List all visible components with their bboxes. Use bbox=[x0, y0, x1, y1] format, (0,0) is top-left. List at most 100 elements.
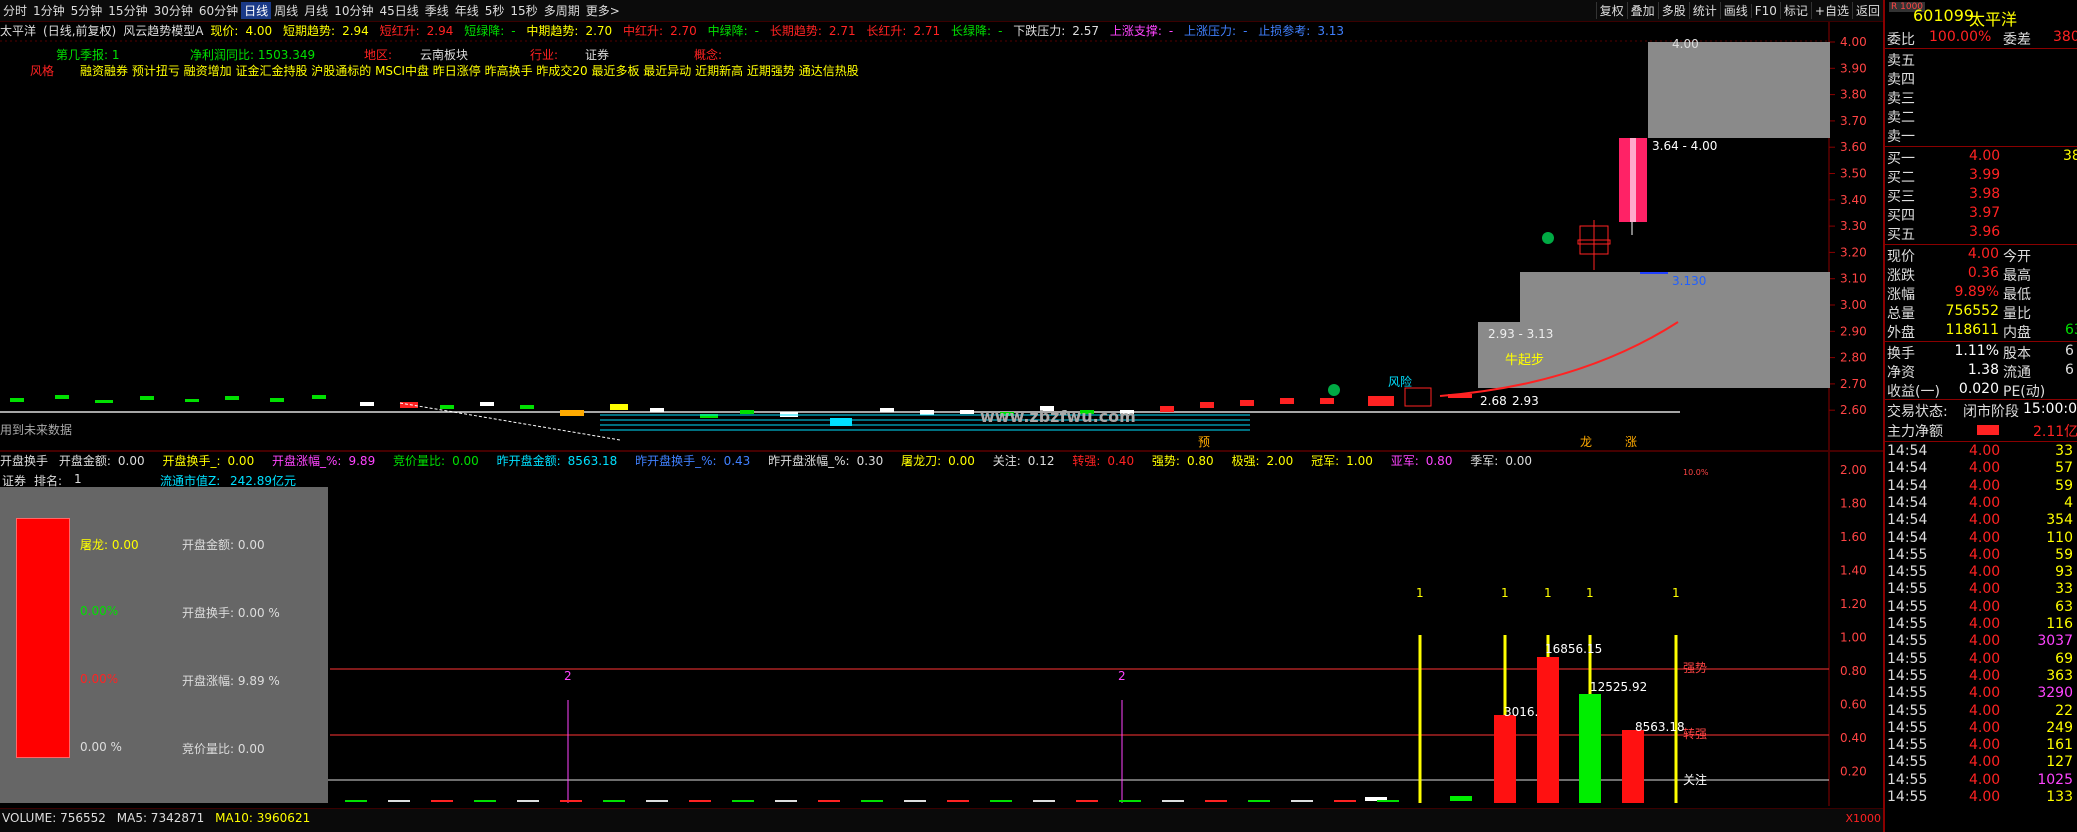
tab-6[interactable]: 日线 bbox=[241, 2, 272, 19]
marker-count-1: 2 bbox=[564, 669, 572, 683]
tiny-bar bbox=[603, 800, 625, 802]
tool-0[interactable]: 复权 bbox=[1595, 2, 1627, 19]
tool-3[interactable]: 统计 bbox=[1688, 2, 1720, 19]
risk-marker: 风险 bbox=[1388, 374, 1412, 389]
indicator-axis-ticks: 2.00 1.80 1.60 1.40 1.20 1.00 0.80 0.60 0.40 0.20 bbox=[1840, 463, 1867, 779]
stat2-row: 净资 1.38 流通 6 bbox=[1887, 362, 2074, 381]
tool-2[interactable]: 多股 bbox=[1657, 2, 1689, 19]
tab-11[interactable]: 季线 bbox=[422, 2, 452, 19]
tab-16[interactable]: 更多> bbox=[583, 2, 623, 19]
tiny-bar bbox=[646, 800, 668, 802]
tool-8[interactable]: 返回 bbox=[1851, 2, 1883, 19]
tab-4[interactable]: 30分钟 bbox=[151, 2, 196, 19]
tiny-bar bbox=[1119, 800, 1141, 802]
buy-row: 买一4.00380 bbox=[1887, 148, 2077, 167]
cap-value: 242.89亿元 bbox=[230, 474, 296, 488]
no-future-data-label: 用到未来数据 bbox=[0, 422, 72, 437]
tiny-bar bbox=[1377, 800, 1399, 802]
stat-row: 涨幅 9.89% 最低 bbox=[1887, 284, 2031, 303]
tiny-bars bbox=[345, 800, 1399, 802]
indicator-tick: 2.00 bbox=[1840, 463, 1867, 477]
tab-13[interactable]: 5秒 bbox=[482, 2, 508, 19]
tab-5[interactable]: 60分钟 bbox=[196, 2, 241, 19]
price-tick: 3.40 bbox=[1840, 193, 1867, 207]
tool-6[interactable]: 标记 bbox=[1779, 2, 1811, 19]
price-tick: 3.70 bbox=[1840, 114, 1867, 128]
indicator-header: 开盘换手 开盘金额: 0.00 开盘换手_: 0.00 开盘涨幅_%: 9.89 竞价… bbox=[0, 452, 1546, 469]
tiny-bar bbox=[1205, 800, 1227, 802]
tool-5[interactable]: F10 bbox=[1750, 3, 1780, 18]
open-amt-label: 开盘金额: 0.00 bbox=[182, 538, 265, 552]
small-bar-green bbox=[1450, 796, 1472, 801]
bar-label-3: 12525.92 bbox=[1590, 680, 1647, 694]
tiny-bar bbox=[474, 800, 496, 802]
tab-9[interactable]: 10分钟 bbox=[331, 2, 376, 19]
tick-row: 14:55 4.00 127 bbox=[1887, 754, 2073, 771]
ind-yday-turn: 昨开盘换手_%: 0.43 bbox=[635, 454, 751, 468]
tick-row: 14:55 4.00 363 bbox=[1887, 667, 2073, 684]
ind-auction: 竞价量比: 0.00 bbox=[393, 454, 479, 468]
signal-dot-2 bbox=[1328, 384, 1340, 396]
count-4: 1 bbox=[1586, 586, 1594, 600]
range-label-2: 2.93 - 3.13 bbox=[1488, 327, 1553, 341]
quote-name: 太平洋 bbox=[1969, 10, 2018, 29]
quote-code: 601099 bbox=[1913, 6, 1975, 25]
tiny-bar bbox=[990, 800, 1012, 802]
tool-1[interactable]: 叠加 bbox=[1626, 2, 1658, 19]
indicator-tick: 0.20 bbox=[1840, 765, 1867, 779]
ind-open-amt: 开盘金额: 0.00 bbox=[58, 454, 145, 468]
sell-row: 卖五 bbox=[1887, 53, 1915, 69]
ind-turn: 转强: 0.40 bbox=[1072, 454, 1135, 468]
tick-row: 14:54 4.00 59 bbox=[1887, 477, 2073, 494]
stat-row: 现价 4.00 今开 bbox=[1887, 246, 2031, 265]
tab-10[interactable]: 45日线 bbox=[376, 2, 421, 19]
tab-7[interactable]: 周线 bbox=[271, 2, 301, 19]
sell-row: 卖三 bbox=[1887, 91, 1915, 107]
tab-15[interactable]: 多周期 bbox=[541, 2, 583, 19]
tiny-bar bbox=[904, 800, 926, 802]
tab-2[interactable]: 5分钟 bbox=[68, 2, 106, 19]
price-tick: 3.50 bbox=[1840, 167, 1867, 181]
range-label-1: 3.64 - 4.00 bbox=[1652, 139, 1717, 153]
price-tick: 4.00 bbox=[1840, 35, 1867, 49]
tab-1[interactable]: 1分钟 bbox=[30, 2, 68, 19]
tick-row: 14:55 4.00 69 bbox=[1887, 650, 2073, 667]
level-turn-label: 转强 bbox=[1683, 726, 1707, 741]
tiny-bar bbox=[1248, 800, 1270, 802]
stat-row: 外盘118611内盘63 bbox=[1887, 322, 2077, 341]
tab-8[interactable]: 月线 bbox=[301, 2, 331, 19]
tick-row: 14:54 4.00 354 bbox=[1887, 512, 2073, 529]
tool-4[interactable]: 画线 bbox=[1719, 2, 1751, 19]
indicator-tick: 1.00 bbox=[1840, 631, 1867, 645]
indicator-name[interactable]: 开盘换手 bbox=[0, 454, 48, 468]
pct-1: 0.00% bbox=[80, 604, 119, 618]
low-label-1: 2.68 bbox=[1480, 394, 1507, 408]
indicator-tick: 1.80 bbox=[1840, 497, 1867, 511]
tab-0[interactable]: 分时 bbox=[0, 2, 30, 19]
tiny-bar bbox=[947, 800, 969, 802]
count-2: 1 bbox=[1501, 586, 1509, 600]
buy-row: 买五 3.96 bbox=[1887, 224, 2001, 243]
period-tabs: 分时 1分钟 5分钟 15分钟 30分钟 60分钟 日线 周线 月线 10分钟 45日线 季线 年线 5秒… bbox=[0, 2, 623, 19]
cap-label: 流通市值Z: bbox=[160, 474, 221, 488]
tick-row: 14:54 4.00 57 bbox=[1887, 460, 2073, 477]
rank-label: 排名: bbox=[34, 474, 63, 488]
tab-14[interactable]: 15秒 bbox=[507, 2, 540, 19]
tick-row: 14:55 4.00 161 bbox=[1887, 737, 2073, 754]
trade-state-row: 交易状态:闭市阶段15:00:02 bbox=[1887, 401, 2077, 420]
tab-3[interactable]: 15分钟 bbox=[105, 2, 150, 19]
tick-row: 14:55 4.00 3290 bbox=[1887, 685, 2073, 702]
tiny-bar bbox=[732, 800, 754, 802]
bull-start-label: 牛起步 bbox=[1505, 353, 1544, 368]
tiny-bar bbox=[1162, 800, 1184, 802]
indicator-tick: 1.20 bbox=[1840, 597, 1867, 611]
tiny-bar bbox=[1291, 800, 1313, 802]
bar-4 bbox=[1622, 730, 1644, 803]
indicator-tick: 0.40 bbox=[1840, 731, 1867, 745]
ind-second: 亚军: 0.80 bbox=[1390, 454, 1453, 468]
period-toolbar: 分时 1分钟 5分钟 15分钟 30分钟 60分钟 日线 周线 月线 10分钟 45日线 季线 年线 5秒… bbox=[0, 0, 1883, 22]
ind-very-strong: 极强: 2.00 bbox=[1231, 454, 1294, 468]
tool-7[interactable]: +自选 bbox=[1810, 2, 1852, 19]
tab-12[interactable]: 年线 bbox=[452, 2, 482, 19]
sell-row: 卖四 bbox=[1887, 72, 1915, 88]
